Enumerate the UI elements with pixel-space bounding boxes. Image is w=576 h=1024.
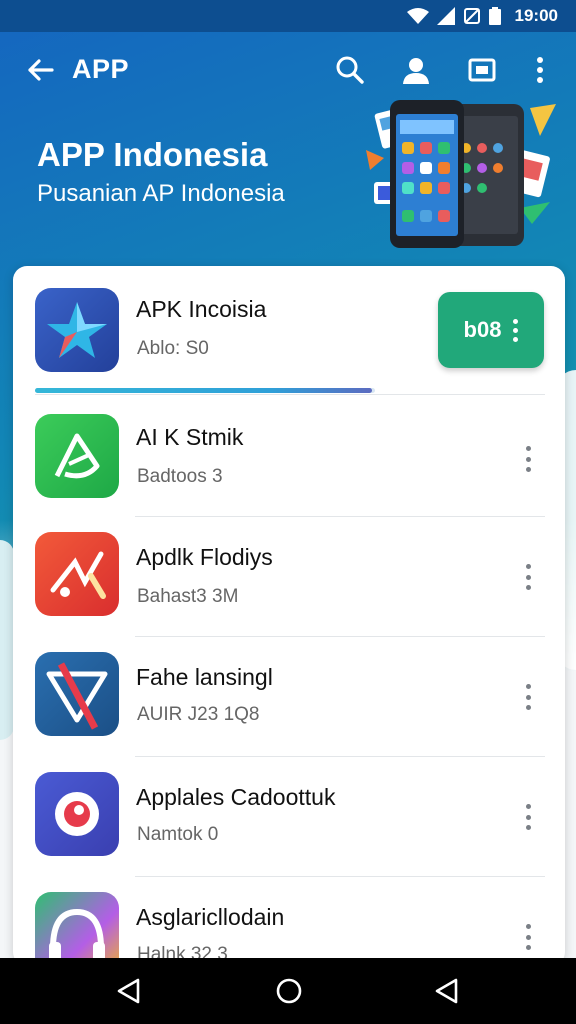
app-icon <box>35 414 119 498</box>
app-meta: Bahast3 3M <box>137 586 239 607</box>
app-name: Fahe lansingl <box>136 664 273 690</box>
app-list-card: APK Incoisia Ablo: S0 b08 AI K Stmik Bad… <box>13 266 565 966</box>
more-vert-icon[interactable] <box>521 800 535 834</box>
arrow-back-icon <box>28 59 54 81</box>
app-name: APK Incoisia <box>136 296 267 322</box>
back-button[interactable] <box>22 52 58 88</box>
no-sim-icon <box>463 8 480 24</box>
cast-icon <box>468 58 496 82</box>
overflow-menu-button[interactable] <box>522 52 558 88</box>
chat-logo-icon <box>55 792 99 836</box>
app-meta: Namtok 0 <box>137 824 219 845</box>
list-item[interactable]: Fahe lansingl AUIR J23 1Q8 <box>13 636 565 756</box>
app-bar-title: APP <box>72 54 130 84</box>
nav-back-button[interactable] <box>114 976 144 1006</box>
download-button[interactable]: b08 <box>438 292 544 368</box>
more-vert-icon <box>513 318 519 342</box>
recents-triangle-icon <box>435 978 458 1004</box>
more-vert-icon[interactable] <box>521 920 535 954</box>
search-button[interactable] <box>332 52 368 88</box>
signal-icon <box>436 7 455 25</box>
app-name: Applales Cadoottuk <box>136 784 336 810</box>
download-progress <box>35 388 375 393</box>
app-icon <box>35 652 119 736</box>
wifi-icon <box>406 8 429 24</box>
triangle-logo-icon <box>46 662 108 730</box>
app-name: Asglaricllodain <box>136 904 285 930</box>
hero-subtitle: Pusanian AP Indonesia <box>37 180 285 207</box>
more-vert-icon[interactable] <box>521 560 535 594</box>
leaf-logo-icon <box>54 433 100 479</box>
cast-button[interactable] <box>464 52 500 88</box>
list-item[interactable]: APK Incoisia Ablo: S0 b08 <box>13 266 565 393</box>
app-meta: AUIR J23 1Q8 <box>137 704 260 725</box>
list-item[interactable]: Applales Cadoottuk Namtok 0 <box>13 756 565 876</box>
nav-recents-button[interactable] <box>432 976 462 1006</box>
status-bar: 19:00 <box>0 0 576 32</box>
star-logo-icon <box>47 302 107 358</box>
nav-home-button[interactable] <box>274 976 304 1006</box>
app-name: AI K Stmik <box>136 424 244 450</box>
app-name: Apdlk Flodiys <box>136 544 273 570</box>
back-triangle-icon <box>117 978 140 1004</box>
list-item[interactable]: Asglaricllodain Halnk 32 3 <box>13 876 565 966</box>
more-vert-icon <box>537 57 543 83</box>
account-button[interactable] <box>398 52 434 88</box>
app-icon <box>35 772 119 856</box>
battery-icon <box>488 7 501 25</box>
tools-logo-icon <box>50 551 106 599</box>
app-meta: Badtoos 3 <box>137 466 223 487</box>
account-icon <box>403 58 429 84</box>
search-icon <box>336 56 364 84</box>
phones-illustration <box>366 100 556 248</box>
status-time: 19:00 <box>514 6 558 25</box>
hero-title: APP Indonesia <box>37 136 268 173</box>
download-progress-fill <box>35 388 372 393</box>
app-icon <box>35 892 119 966</box>
list-item[interactable]: Apdlk Flodiys Bahast3 3M <box>13 516 565 636</box>
app-icon <box>35 288 119 372</box>
list-item[interactable]: AI K Stmik Badtoos 3 <box>13 394 565 514</box>
app-bar: APP <box>0 40 576 100</box>
system-nav-bar <box>0 958 576 1024</box>
more-vert-icon[interactable] <box>521 680 535 714</box>
headphones-logo-icon <box>49 908 105 962</box>
decorative-shape <box>0 540 14 740</box>
app-meta: Ablo: S0 <box>137 338 209 359</box>
app-icon <box>35 532 119 616</box>
download-button-label: b08 <box>463 317 502 342</box>
more-vert-icon[interactable] <box>521 442 535 476</box>
home-circle-icon <box>276 978 302 1004</box>
